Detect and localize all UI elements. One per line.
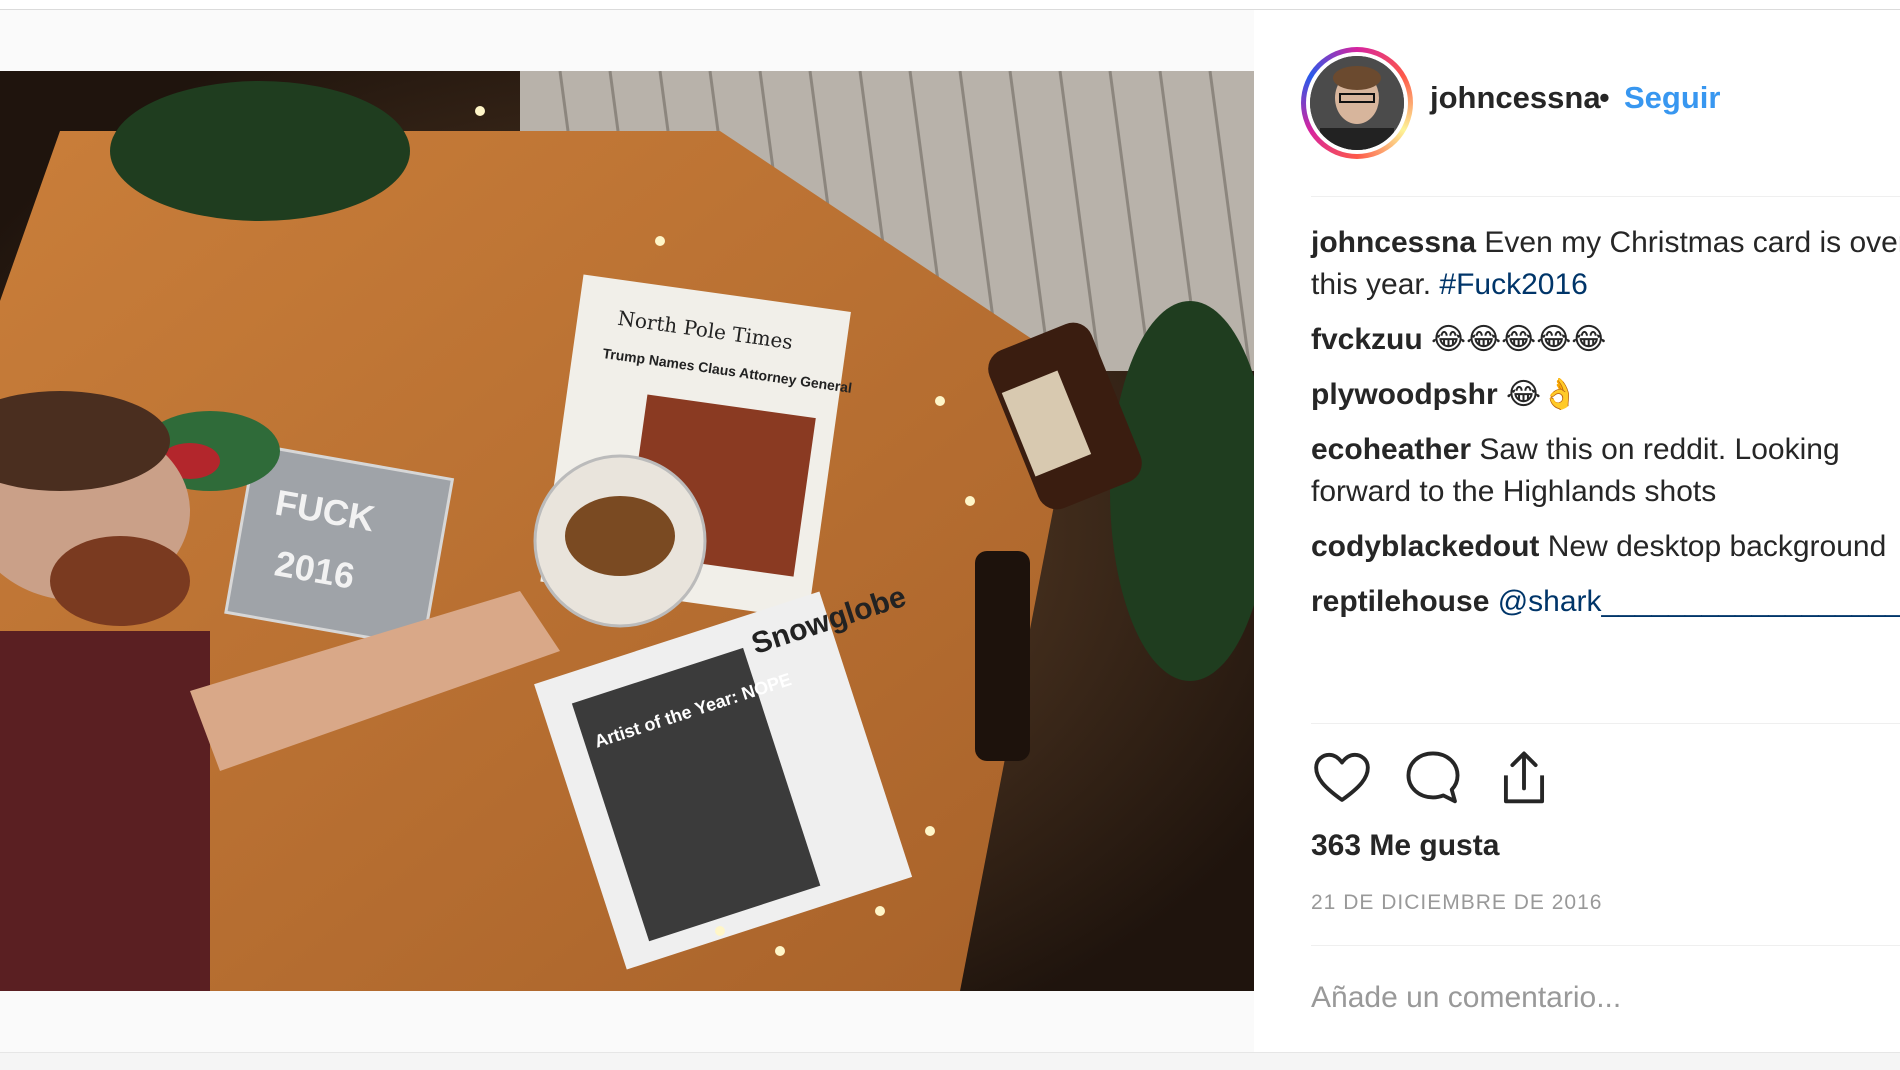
comment-username[interactable]: johncessna xyxy=(1311,226,1476,259)
comment-username[interactable]: ecoheather xyxy=(1311,433,1471,466)
input-divider xyxy=(1311,945,1900,946)
comment-item: fvckzuu 😂😂😂😂😂 xyxy=(1311,319,1900,361)
beer-bottle xyxy=(975,551,1030,761)
share-icon[interactable] xyxy=(1493,747,1555,809)
comment-item: reptilehouse @shark_____________________ xyxy=(1311,581,1900,623)
comment-item: ecoheather Saw this on reddit. Looking f… xyxy=(1311,429,1900,513)
comment-item: codyblackedout New desktop background xyxy=(1311,526,1900,568)
comment-username[interactable]: fvckzuu xyxy=(1311,323,1423,356)
mention-link[interactable]: @shark_____________________ xyxy=(1498,585,1900,618)
header-username[interactable]: johncessna xyxy=(1430,80,1601,116)
comment-username[interactable]: plywoodpshr xyxy=(1311,378,1498,411)
post-date[interactable]: 21 DE DICIEMBRE DE 2016 xyxy=(1311,891,1602,915)
comment-text-cont: this year. xyxy=(1311,268,1432,301)
likes-count[interactable]: 363 Me gusta xyxy=(1311,829,1499,863)
actions-divider xyxy=(1311,723,1900,724)
bottom-bar xyxy=(0,1052,1900,1070)
follow-button[interactable]: Seguir xyxy=(1624,80,1720,116)
caption-comment: johncessna Even my Christmas card is ove… xyxy=(1311,222,1900,306)
comment-text: New desktop background xyxy=(1547,530,1887,563)
comment-username[interactable]: reptilehouse xyxy=(1311,585,1489,618)
comments-list: johncessna Even my Christmas card is ove… xyxy=(1311,222,1900,636)
comment-item: plywoodpshr 😂👌 xyxy=(1311,374,1900,416)
heart-icon[interactable] xyxy=(1311,747,1373,809)
hashtag-link[interactable]: #Fuck2016 xyxy=(1439,268,1587,301)
comment-input[interactable] xyxy=(1311,970,1871,1026)
header-divider xyxy=(1311,196,1900,197)
comment-text: Even my Christmas card is over xyxy=(1484,226,1900,259)
post-actions xyxy=(1311,747,1611,811)
comment-text: 😂😂😂😂😂 xyxy=(1431,322,1607,357)
comment-username[interactable]: codyblackedout xyxy=(1311,530,1539,563)
comment-text: 😂👌 xyxy=(1506,377,1579,412)
post-photo[interactable]: North Pole Times Trump Names Claus Attor… xyxy=(0,71,1254,991)
avatar[interactable] xyxy=(1301,47,1413,159)
post-side-panel: johncessna • Seguir johncessna Even my C… xyxy=(1254,10,1900,1052)
separator-dot: • xyxy=(1599,80,1610,115)
comment-bubble-icon[interactable] xyxy=(1402,747,1464,809)
avatar-photo xyxy=(1310,56,1404,150)
top-bar xyxy=(0,0,1900,10)
